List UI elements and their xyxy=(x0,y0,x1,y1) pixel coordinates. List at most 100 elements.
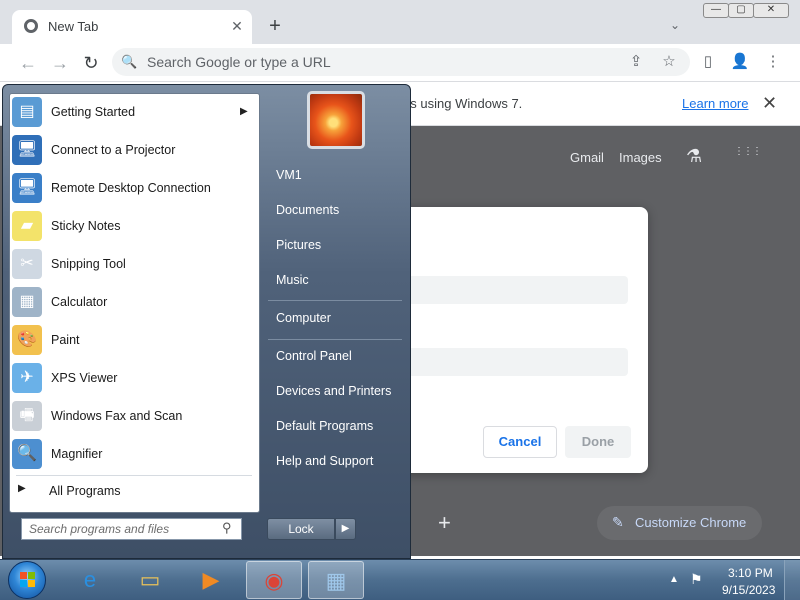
program-label: Getting Started xyxy=(51,105,136,119)
divider xyxy=(268,300,402,301)
cancel-button[interactable]: Cancel xyxy=(483,426,557,458)
devices-printers-link[interactable]: Devices and Printers xyxy=(276,384,391,398)
maximize-button[interactable]: ▢ xyxy=(728,3,754,18)
program-item[interactable]: 🔍 Magnifier xyxy=(10,436,258,474)
divider xyxy=(268,339,402,340)
program-label: Connect to a Projector xyxy=(51,143,176,157)
tab-title: New Tab xyxy=(48,19,99,34)
profile-icon[interactable]: 👤 xyxy=(730,52,750,72)
windows-logo-icon xyxy=(20,572,27,579)
labs-icon[interactable]: ⚗ xyxy=(686,146,702,167)
lock-button[interactable]: Lock xyxy=(267,518,335,540)
chrome-favicon-icon xyxy=(24,19,38,33)
projector-icon: 🖥 xyxy=(12,135,42,165)
magnifier-icon: 🔍 xyxy=(12,439,42,469)
clock-time[interactable]: 3:10 PM xyxy=(728,566,773,580)
ie-icon: e xyxy=(83,567,97,592)
lock-options-arrow-icon[interactable]: ▶ xyxy=(335,518,356,540)
control-panel-icon: ▦ xyxy=(325,568,347,593)
windows-logo-pane xyxy=(20,580,27,587)
getting-started-arrow-icon[interactable]: ▶ xyxy=(240,106,248,117)
learn-more-link[interactable]: Learn more xyxy=(682,96,748,111)
user-folder-link[interactable]: VM1 xyxy=(276,168,302,182)
help-support-link[interactable]: Help and Support xyxy=(276,454,373,468)
paint-icon: 🎨 xyxy=(12,325,42,355)
divider xyxy=(16,475,252,476)
taskbar-app-chrome[interactable]: ◉ xyxy=(246,561,302,599)
tab-close-icon[interactable]: ✕ xyxy=(228,17,246,35)
fax-scan-icon: 🖷 xyxy=(12,401,42,431)
gmail-link[interactable]: Gmail xyxy=(570,150,604,165)
show-desktop-button[interactable] xyxy=(784,560,800,600)
media-player-icon: ▶ xyxy=(202,567,220,592)
program-item[interactable]: ✈ XPS Viewer xyxy=(10,360,258,398)
omnibox-placeholder: Search Google or type a URL xyxy=(147,54,331,70)
search-icon: 🔍 xyxy=(121,54,138,69)
taskbar-app-explorer[interactable]: ▭ xyxy=(122,561,178,599)
program-item[interactable]: 🎨 Paint xyxy=(10,322,258,360)
show-hidden-icons-icon[interactable]: ▲ xyxy=(669,574,679,585)
program-label: Snipping Tool xyxy=(51,257,126,271)
new-tab-button[interactable]: + xyxy=(264,16,286,38)
computer-link[interactable]: Computer xyxy=(276,311,331,325)
program-item[interactable]: ▦ Calculator xyxy=(10,284,258,322)
sticky-notes-icon: ▰ xyxy=(12,211,42,241)
pictures-link[interactable]: Pictures xyxy=(276,238,321,252)
taskbar-app-ie[interactable]: e xyxy=(62,561,118,599)
back-button[interactable]: ← xyxy=(17,52,39,74)
all-programs-arrow-icon: ▶ xyxy=(18,483,26,494)
pencil-icon: ✎ xyxy=(612,514,624,530)
program-item[interactable]: 🖥 Remote Desktop Connection xyxy=(10,170,258,208)
all-programs-item[interactable]: All Programs xyxy=(49,484,121,498)
program-label: Sticky Notes xyxy=(51,219,121,233)
tab-new-tab[interactable]: New Tab ✕ xyxy=(12,10,252,44)
tab-search-icon[interactable]: ⌄ xyxy=(670,18,680,32)
getting-started-icon: ▤ xyxy=(12,97,42,127)
documents-link[interactable]: Documents xyxy=(276,203,339,217)
music-link[interactable]: Music xyxy=(276,273,309,287)
images-link[interactable]: Images xyxy=(619,150,662,165)
default-programs-link[interactable]: Default Programs xyxy=(276,419,373,433)
program-label: Magnifier xyxy=(51,447,103,461)
name-field[interactable] xyxy=(408,276,628,304)
control-panel-link[interactable]: Control Panel xyxy=(276,349,352,363)
calculator-icon: ▦ xyxy=(12,287,42,317)
action-center-flag-icon[interactable]: ⚑ xyxy=(690,571,703,588)
taskbar-app-media-player[interactable]: ▶ xyxy=(183,561,239,599)
chrome-icon: ◉ xyxy=(264,568,284,593)
program-label: Calculator xyxy=(51,295,108,309)
reload-button[interactable]: ↻ xyxy=(80,52,102,74)
chrome-menu-icon[interactable]: ⋮ xyxy=(763,52,783,72)
program-label: XPS Viewer xyxy=(51,371,118,385)
forward-button[interactable]: → xyxy=(49,52,71,74)
taskbar-app-control-panel[interactable]: ▦ xyxy=(308,561,364,599)
clock-date[interactable]: 9/15/2023 xyxy=(722,583,775,597)
explorer-icon: ▭ xyxy=(139,567,161,592)
program-item[interactable]: ▤ Getting Started xyxy=(10,94,258,132)
program-item[interactable]: ▰ Sticky Notes xyxy=(10,208,258,246)
side-panel-icon[interactable]: ▯ xyxy=(698,52,718,72)
share-icon[interactable]: ⇪ xyxy=(626,52,646,72)
url-field[interactable] xyxy=(408,348,628,376)
user-avatar[interactable] xyxy=(307,91,365,149)
add-shortcut-icon[interactable]: + xyxy=(438,510,451,536)
bookmark-star-icon[interactable]: ☆ xyxy=(659,52,679,72)
start-search-icon[interactable]: ⚲ xyxy=(222,520,232,536)
xps-viewer-icon: ✈ xyxy=(12,363,42,393)
taskbar xyxy=(0,559,800,600)
program-item[interactable]: 🖷 Windows Fax and Scan xyxy=(10,398,258,436)
done-button[interactable]: Done xyxy=(565,426,631,458)
window-close-button[interactable]: ✕ xyxy=(753,3,789,18)
program-label: Remote Desktop Connection xyxy=(51,181,211,195)
infobar-close-icon[interactable]: ✕ xyxy=(762,93,777,114)
minimize-button[interactable]: — xyxy=(703,3,729,18)
snipping-tool-icon: ✂ xyxy=(12,249,42,279)
google-apps-icon[interactable]: ⋮⋮⋮ xyxy=(734,146,762,157)
program-label: Windows Fax and Scan xyxy=(51,409,183,423)
program-item[interactable]: 🖥 Connect to a Projector xyxy=(10,132,258,170)
program-label: Paint xyxy=(51,333,80,347)
windows-logo-pane xyxy=(28,572,35,579)
start-search-placeholder: Search programs and files xyxy=(29,522,170,536)
program-item[interactable]: ✂ Snipping Tool xyxy=(10,246,258,284)
start-button[interactable] xyxy=(8,561,46,599)
